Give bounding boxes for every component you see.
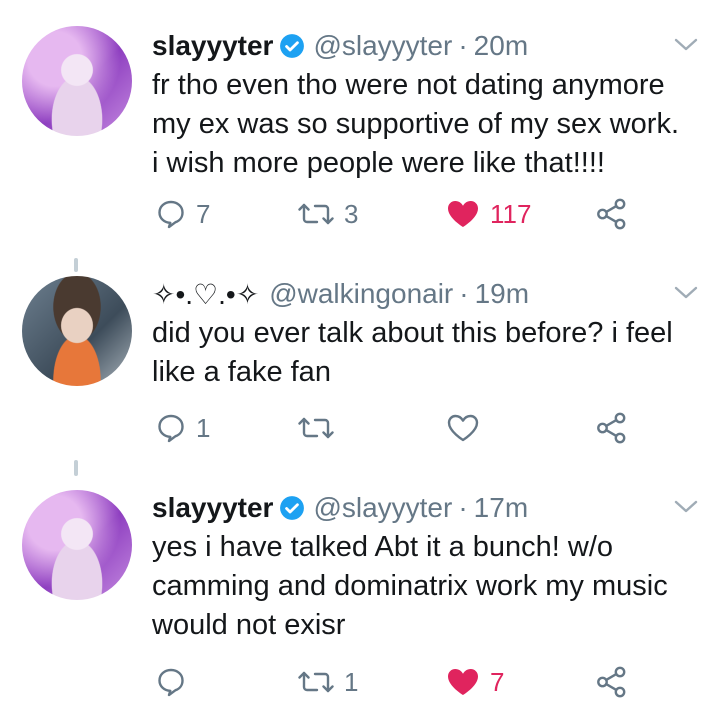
retweet-icon (298, 671, 334, 693)
thread-line (74, 258, 78, 272)
timestamp[interactable]: 19m (475, 278, 529, 310)
like-count: 117 (490, 198, 532, 229)
tweet-text-line: camming and dominatrix work my music (152, 570, 668, 602)
share-icon (597, 198, 626, 230)
tweet[interactable]: slayyyter @slayyyter · 17m yes i have ta… (0, 486, 720, 718)
chevron-down-icon[interactable] (672, 498, 700, 516)
tweet-text-line: did you ever talk about this before? i f… (152, 317, 673, 349)
tweet-text-line: like a fake fan (152, 356, 331, 388)
retweet-count: 3 (344, 198, 359, 229)
reply-button[interactable] (156, 662, 186, 702)
tweet-text-line: i wish more people were like that!!!! (152, 147, 605, 179)
chevron-down-icon[interactable] (672, 36, 700, 54)
tweet-text: fr tho even tho were not dating anymore … (152, 66, 712, 183)
user-handle[interactable]: @slayyyter (313, 492, 452, 524)
separator-dot: · (458, 492, 468, 523)
tweet-actions: 1 (152, 408, 672, 448)
timestamp[interactable]: 20m (474, 30, 528, 62)
retweet-icon (298, 417, 334, 439)
reply-icon (158, 414, 184, 443)
reply-icon (158, 668, 184, 697)
reply-button[interactable]: 7 (156, 194, 210, 234)
display-name[interactable]: ✧•.♡.•✧ (152, 278, 259, 311)
reply-count: 7 (196, 198, 211, 229)
tweet-header: slayyyter @slayyyter · 17m (152, 486, 528, 530)
tweet-header: ✧•.♡.•✧ @walkingonair · 19m (152, 272, 529, 316)
user-handle[interactable]: @walkingonair (269, 278, 453, 310)
like-button[interactable]: 7 (446, 662, 504, 702)
tweet-actions: 1 7 (152, 662, 672, 702)
tweet-text: did you ever talk about this before? i f… (152, 314, 712, 392)
like-icon (448, 201, 478, 227)
like-icon (448, 669, 478, 695)
avatar[interactable] (22, 276, 132, 386)
user-handle[interactable]: @slayyyter (313, 30, 452, 62)
like-count: 7 (490, 666, 505, 697)
share-button[interactable] (596, 194, 628, 234)
retweet-count: 1 (344, 666, 359, 697)
share-button[interactable] (596, 662, 628, 702)
thread-line (74, 460, 78, 476)
like-icon (447, 414, 479, 442)
tweet[interactable]: slayyyter @slayyyter · 20m fr tho even t… (0, 24, 720, 254)
tweet-actions: 7 3 117 (152, 194, 672, 234)
tweet-text-line: my ex was so supportive of my sex work. (152, 108, 679, 140)
tweet-header: slayyyter @slayyyter · 20m (152, 24, 528, 68)
avatar[interactable] (22, 490, 132, 600)
tweet[interactable]: ✧•.♡.•✧ @walkingonair · 19m did you ever… (0, 272, 720, 462)
share-icon (597, 666, 626, 698)
chevron-down-icon[interactable] (672, 284, 700, 302)
share-icon (597, 412, 626, 444)
share-button[interactable] (596, 408, 628, 448)
retweet-button[interactable] (298, 408, 334, 448)
retweet-button[interactable]: 1 (298, 662, 358, 702)
reply-button[interactable]: 1 (156, 408, 210, 448)
timestamp[interactable]: 17m (474, 492, 528, 524)
retweet-icon (298, 203, 334, 225)
verified-badge-icon (280, 34, 305, 58)
reply-count: 1 (196, 412, 211, 443)
separator-dot: · (458, 30, 468, 61)
tweet-text-line: yes i have talked Abt it a bunch! w/o (152, 531, 614, 563)
reply-icon (158, 200, 184, 229)
display-name[interactable]: slayyyter (152, 30, 273, 62)
avatar[interactable] (22, 26, 132, 136)
verified-badge-icon (280, 496, 305, 520)
tweet-text-line: would not exisr (152, 609, 346, 641)
separator-dot: · (459, 278, 469, 309)
tweet-text: yes i have talked Abt it a bunch! w/o ca… (152, 528, 712, 645)
like-button[interactable] (446, 408, 480, 448)
display-name[interactable]: slayyyter (152, 492, 273, 524)
tweet-text-line: fr tho even tho were not dating anymore (152, 69, 665, 101)
like-button[interactable]: 117 (446, 194, 531, 234)
retweet-button[interactable]: 3 (298, 194, 358, 234)
